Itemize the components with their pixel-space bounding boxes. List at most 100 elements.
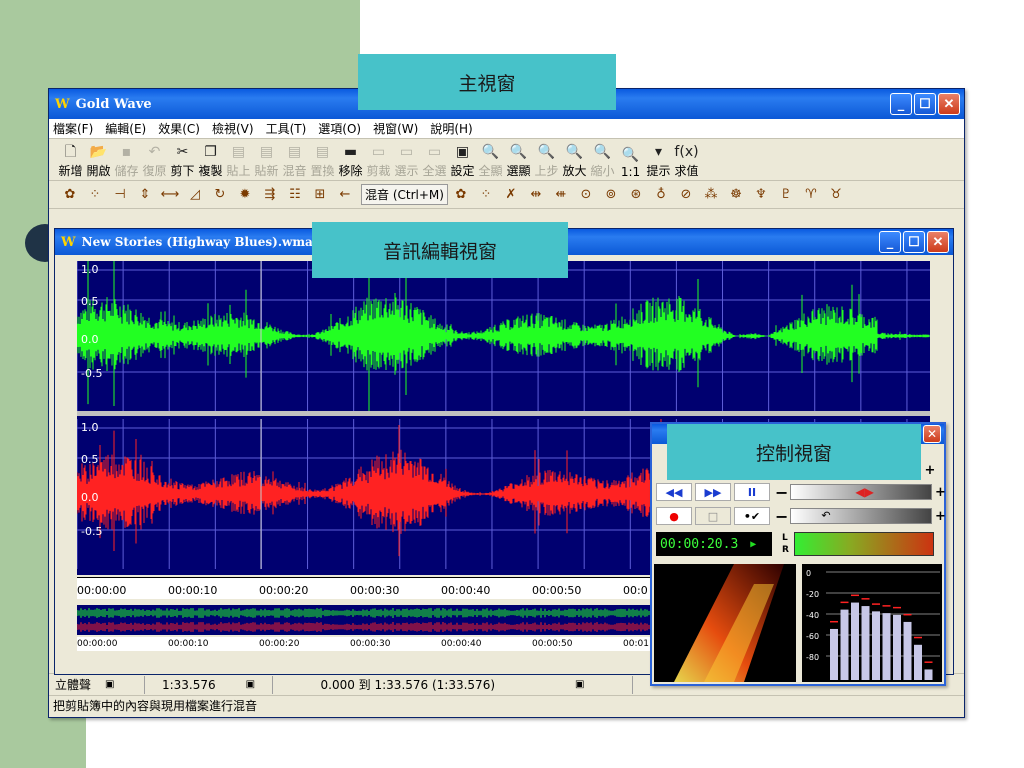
- stop-button[interactable]: □: [695, 507, 731, 525]
- effect-button-icon[interactable]: ♁: [650, 184, 672, 206]
- rewind-button[interactable]: ◀◀: [656, 483, 692, 501]
- toolbar-button[interactable]: ▤ 置換: [309, 141, 336, 179]
- record-button[interactable]: ●: [656, 507, 692, 525]
- left-channel-waveform[interactable]: 1.0 0.5 0.0 -0.5: [76, 249, 930, 414]
- effect-button-icon[interactable]: ☸: [725, 184, 747, 206]
- balance-slider[interactable]: ◀▶: [790, 484, 933, 500]
- effect-button-icon[interactable]: ☷: [284, 184, 306, 206]
- menu-item[interactable]: 說明(H): [430, 120, 472, 137]
- mix-button[interactable]: 混音 (Ctrl+M): [361, 184, 448, 205]
- toolbar-button-label: 移除: [338, 163, 363, 178]
- toolbar-button[interactable]: ❐ 複製: [197, 141, 224, 179]
- effect-button-icon[interactable]: ⊙: [575, 184, 597, 206]
- effect-button-icon[interactable]: ⁂: [700, 184, 722, 206]
- minus-button[interactable]: −: [775, 507, 788, 526]
- toolbar-button[interactable]: ▤ 混音: [281, 141, 308, 179]
- fast-forward-button[interactable]: ▶▶: [695, 483, 731, 501]
- toolbar-button[interactable]: ▾ 提示: [645, 141, 672, 179]
- toolbar-button[interactable]: ▤ 貼新: [253, 141, 280, 179]
- spectrum-peak: [903, 613, 912, 616]
- effect-button-icon[interactable]: ✿: [450, 184, 472, 206]
- effect-button-icon[interactable]: ✿: [59, 184, 81, 206]
- previous-icon: 🔍: [537, 143, 556, 160]
- effect-button-icon[interactable]: ⁘: [84, 184, 106, 206]
- minimize-button[interactable]: _: [890, 93, 912, 115]
- menu-item[interactable]: 效果(C): [158, 120, 200, 137]
- effect-button-icon[interactable]: ♈: [800, 184, 822, 206]
- toolbar-button-label: 混音: [282, 163, 307, 178]
- effect-button-icon[interactable]: ⊞: [309, 184, 331, 206]
- effect-button-icon[interactable]: ⊚: [600, 184, 622, 206]
- minus-button[interactable]: −: [775, 483, 788, 502]
- toolbar-button-label: 提示: [646, 163, 671, 178]
- spectrum-peak: [914, 636, 922, 639]
- toolbar-button[interactable]: ▬ 移除: [337, 141, 364, 179]
- plus-button[interactable]: +: [934, 509, 946, 524]
- delete-icon: ▬: [343, 143, 358, 160]
- effect-button-icon[interactable]: ↻: [209, 184, 231, 206]
- effect-button-icon[interactable]: ⊘: [675, 184, 697, 206]
- toolbar-button[interactable]: 🔍 上步: [533, 141, 560, 179]
- overview-label: 00:00:30: [350, 639, 391, 649]
- effect-button-icon[interactable]: ♉: [825, 184, 847, 206]
- pause-button[interactable]: II: [734, 483, 770, 501]
- toolbar-button[interactable]: 🔍 縮小: [589, 141, 616, 179]
- effect-button-icon[interactable]: ◿: [184, 184, 206, 206]
- effect-button-icon[interactable]: ⇕: [134, 184, 156, 206]
- spectrum-peak: [893, 606, 901, 609]
- menu-item[interactable]: 工具(T): [266, 120, 307, 137]
- menu-item[interactable]: 視窗(W): [373, 120, 418, 137]
- plus-button[interactable]: +: [934, 485, 946, 500]
- effect-button-icon[interactable]: ⊣: [109, 184, 131, 206]
- toolbar-button-label: 貼新: [254, 163, 279, 178]
- effect-button-icon[interactable]: ⇹: [525, 184, 547, 206]
- record-mode-button[interactable]: •✔: [734, 507, 770, 525]
- minimize-button[interactable]: _: [879, 231, 901, 253]
- effect-button-icon[interactable]: ⟷: [159, 184, 181, 206]
- toolbar-button[interactable]: ▣ 設定: [449, 141, 476, 179]
- toolbar-button[interactable]: 🗋 新增: [57, 141, 84, 179]
- menu-item[interactable]: 編輯(E): [105, 120, 146, 137]
- effect-button-icon[interactable]: ♇: [775, 184, 797, 206]
- effect-button-icon[interactable]: ♆: [750, 184, 772, 206]
- menu-item[interactable]: 選項(O): [318, 120, 361, 137]
- effect-button-icon[interactable]: ✹: [234, 184, 256, 206]
- toolbar-button[interactable]: ▭ 全選: [421, 141, 448, 179]
- effect-button-icon[interactable]: ←: [334, 184, 356, 206]
- menu-item[interactable]: 檢視(V): [212, 120, 254, 137]
- waveform-graphic: [76, 249, 930, 414]
- toolbar-button-label: 1:1: [620, 164, 641, 179]
- toolbar-button[interactable]: 🔍 放大: [561, 141, 588, 179]
- amplitude-label: -0.5: [81, 525, 103, 538]
- toolbar-button[interactable]: 🔍 選顯: [505, 141, 532, 179]
- effect-button-icon[interactable]: ⇺: [550, 184, 572, 206]
- overview-label: 00:00:40: [441, 639, 482, 649]
- toolbar-button[interactable]: ▤ 貼上: [225, 141, 252, 179]
- toolbar-button[interactable]: ▭ 選示: [393, 141, 420, 179]
- effect-button-icon[interactable]: ⇶: [259, 184, 281, 206]
- toolbar-button[interactable]: 📂 開啟: [85, 141, 112, 179]
- db-label: -40: [806, 611, 819, 620]
- speed-slider[interactable]: ↶: [790, 508, 933, 524]
- toolbar-button[interactable]: f(x) 求值: [673, 141, 700, 179]
- toolbar-button[interactable]: ▭ 剪裁: [365, 141, 392, 179]
- lr-labels: LR: [782, 532, 789, 556]
- toolbar-button[interactable]: ↶ 復原: [141, 141, 168, 179]
- slider-thumb-icon[interactable]: ↶: [821, 509, 830, 522]
- toolbar-button[interactable]: ✂ 剪下: [169, 141, 196, 179]
- slider-thumb-icon[interactable]: ◀▶: [855, 485, 873, 499]
- close-button[interactable]: ✕: [938, 93, 960, 115]
- effect-button-icon[interactable]: ⁘: [475, 184, 497, 206]
- effect-button-icon[interactable]: ✗: [500, 184, 522, 206]
- toolbar-button[interactable]: 🔍 全顯: [477, 141, 504, 179]
- menu-item[interactable]: 檔案(F): [53, 120, 93, 137]
- maximize-button[interactable]: ☐: [914, 93, 936, 115]
- toolbar-button[interactable]: 🔍 1:1: [617, 141, 644, 179]
- close-button[interactable]: ✕: [923, 425, 941, 443]
- maximize-button[interactable]: ☐: [903, 231, 925, 253]
- toolbar-button[interactable]: ▪ 儲存: [113, 141, 140, 179]
- spectrum-bar: [893, 614, 901, 680]
- close-button[interactable]: ✕: [927, 231, 949, 253]
- plus-button[interactable]: +: [924, 463, 936, 478]
- effect-button-icon[interactable]: ⊛: [625, 184, 647, 206]
